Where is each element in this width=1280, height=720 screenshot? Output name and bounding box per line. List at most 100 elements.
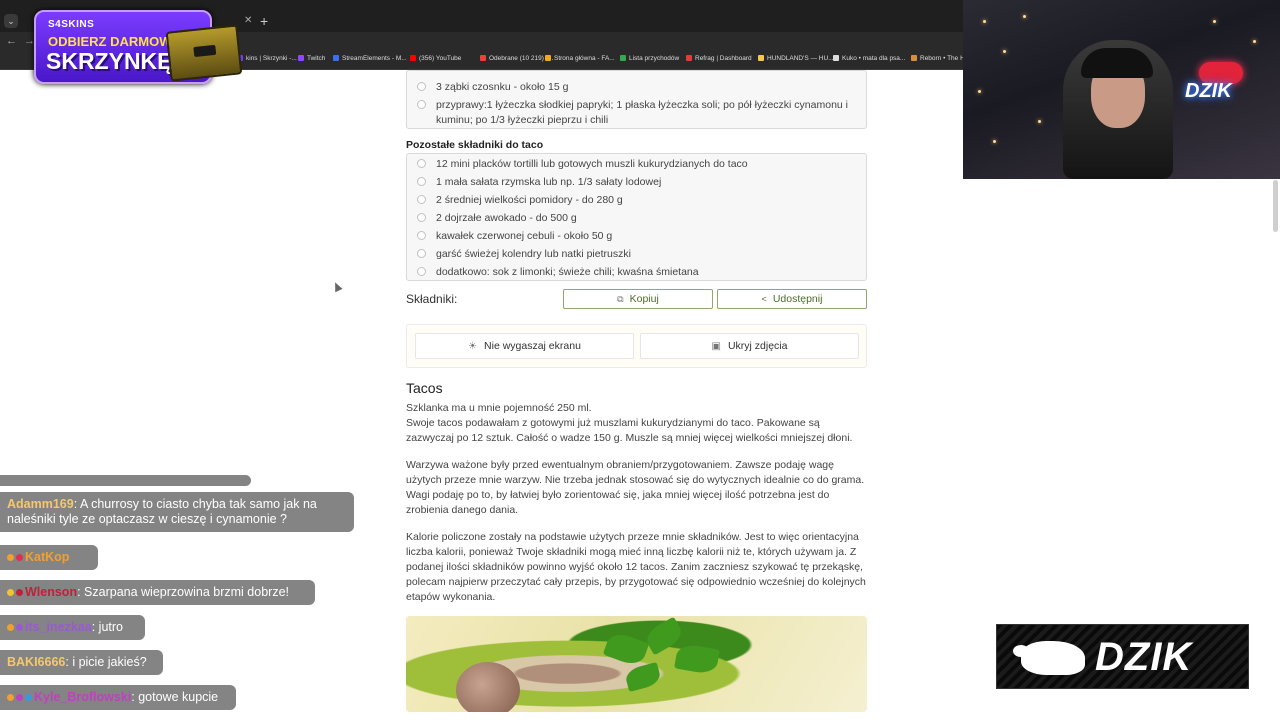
new-tab-button[interactable]: +	[260, 13, 268, 29]
radio-icon[interactable]	[417, 231, 426, 240]
fairy-light	[983, 20, 986, 23]
chat-separator: :	[77, 585, 85, 599]
ingredient-item[interactable]: dodatkowo: sok z limonki; świeże chili; …	[417, 265, 857, 280]
options-panel: ☀ Nie wygaszaj ekranu ▣ Ukryj zdjęcia	[406, 324, 867, 368]
bookmark-item[interactable]: Kuko • mata dla psa...	[833, 55, 905, 62]
chat-text: gotowe kupcie	[138, 690, 219, 704]
copy-icon: ⧉	[617, 294, 624, 304]
radio-icon[interactable]	[417, 159, 426, 168]
ingredient-item[interactable]: 1 mała sałata rzymska lub np. 1/3 sałaty…	[417, 175, 857, 190]
ingredients-box-main: 3 ząbki czosnku - około 15 g przyprawy:1…	[406, 70, 867, 129]
bookmark-favicon-icon	[833, 55, 839, 61]
bookmark-item[interactable]: Strona główna - FA...	[545, 55, 615, 62]
bookmark-item[interactable]: Refrag | Dashboard	[686, 55, 752, 62]
promo-text-line1: ODBIERZ DARMOWĄ	[48, 34, 181, 49]
bookmark-favicon-icon	[620, 55, 626, 61]
recipe-paragraph: Kalorie policzone zostały na podstawie u…	[406, 531, 866, 603]
chat-text: i picie jakieś?	[72, 655, 147, 669]
fairy-light	[1213, 20, 1216, 23]
chat-username[interactable]: Kyle_Broflowski	[34, 690, 131, 704]
radio-icon[interactable]	[417, 100, 426, 109]
ingredient-item[interactable]: garść świeżej kolendry lub natki pietrus…	[417, 247, 857, 262]
radio-icon[interactable]	[417, 82, 426, 91]
cilantro-leaf	[674, 642, 720, 676]
tab-search-button[interactable]: ⌄	[4, 14, 18, 28]
chat-message: Adamm169: A churrosy to ciasto chyba tak…	[0, 492, 354, 532]
recipe-paragraph: Szklanka ma u mnie pojemność 250 ml. Swo…	[406, 402, 853, 444]
cilantro-leaf	[623, 661, 663, 693]
promo-logo: S4SKINS	[48, 19, 95, 30]
recipe-paragraph: Warzywa ważone były przed ewentualnym ob…	[406, 459, 865, 516]
ingredients-box-taco: 12 mini placków tortilli lub gotowych mu…	[406, 153, 867, 281]
ingredient-item[interactable]: kawałek czerwonej cebuli - około 50 g	[417, 229, 857, 244]
mouse-cursor-icon	[331, 280, 343, 293]
hide-photos-button[interactable]: ▣ Ukryj zdjęcia	[640, 333, 859, 359]
chat-username[interactable]: Adamm169	[7, 497, 74, 511]
bookmark-item[interactable]: StreamElements - M...	[333, 55, 407, 62]
bookmark-favicon-icon	[686, 55, 692, 61]
bookmark-item[interactable]: Odebrane (10 219) -...	[480, 55, 553, 62]
bookmark-favicon-icon	[911, 55, 917, 61]
fairy-light	[1253, 40, 1256, 43]
ingredient-item[interactable]: 12 mini placków tortilli lub gotowych mu…	[417, 157, 857, 172]
chat-separator: :	[91, 620, 99, 634]
chat-text: Szarpana wieprzowina brzmi dobrze!	[84, 585, 290, 599]
bookmark-favicon-icon	[758, 55, 764, 61]
chat-badge-icon	[7, 554, 14, 561]
chat-username[interactable]: BAKI6666	[7, 655, 65, 669]
radio-icon[interactable]	[417, 195, 426, 204]
bookmark-item[interactable]: kins | Skrzynki -...	[237, 55, 297, 62]
chat-username[interactable]: KatKop	[25, 550, 69, 564]
radio-icon[interactable]	[417, 267, 426, 276]
chat-text: jutro	[98, 620, 123, 634]
keep-screen-on-button[interactable]: ☀ Nie wygaszaj ekranu	[415, 333, 634, 359]
sponsor-banner: DZIK	[996, 624, 1249, 689]
ingredient-item[interactable]: przyprawy:1 łyżeczka słodkiej papryki; 1…	[417, 98, 857, 128]
cilantro-leaf	[602, 629, 650, 669]
sun-icon: ☀	[468, 341, 478, 352]
chat-badge-icon	[16, 554, 23, 561]
boar-logo-icon	[1013, 641, 1085, 675]
share-icon: <	[761, 294, 767, 304]
ingredient-item[interactable]: 2 średniej wielkości pomidory - do 280 g	[417, 193, 857, 208]
chat-message-partial	[0, 475, 251, 486]
recipe-photo-avocado	[406, 616, 867, 712]
chat-badge-icon	[16, 624, 23, 631]
page-scrollbar[interactable]	[1273, 180, 1278, 232]
bookmark-favicon-icon	[410, 55, 416, 61]
promo-text-line2: SKRZYNKĘ!	[46, 48, 181, 74]
back-arrow-icon[interactable]: ←	[6, 35, 17, 47]
radio-icon[interactable]	[417, 213, 426, 222]
stream-screen: ⌄ ✕ + ← → kins | Skrzynki -... Twitch Stre…	[0, 0, 1280, 720]
tab-close-icon[interactable]: ✕	[244, 15, 252, 26]
bookmark-favicon-icon	[480, 55, 486, 61]
radio-icon[interactable]	[417, 177, 426, 186]
bookmark-favicon-icon	[298, 55, 304, 61]
chat-message: KatKop	[0, 545, 98, 570]
bookmark-item[interactable]: Twitch	[298, 55, 325, 62]
fairy-light	[1038, 120, 1041, 123]
share-button[interactable]: < Udostępnij	[717, 289, 867, 309]
avocado-pit	[456, 662, 520, 712]
webcam-overlay: DZIK	[963, 0, 1280, 179]
ingredient-item[interactable]: 3 ząbki czosnku - około 15 g	[417, 80, 857, 95]
section-title-taco: Pozostałe składniki do taco	[406, 139, 544, 151]
chat-message: BAKI6666: i picie jakieś?	[0, 650, 163, 675]
fairy-light	[978, 90, 981, 93]
chat-badge-icon	[16, 589, 23, 596]
bookmark-item[interactable]: (356) YouTube	[410, 55, 461, 62]
streamer-cap	[1081, 48, 1153, 78]
ingredient-item[interactable]: 2 dojrzałe awokado - do 500 g	[417, 211, 857, 226]
bookmark-item[interactable]: Lista przychodów	[620, 55, 679, 62]
chat-username[interactable]: its_inezkaa	[25, 620, 92, 634]
bookmark-item[interactable]: HUNDLAND'S — HU...	[758, 55, 834, 62]
chat-username[interactable]: Wlenson	[25, 585, 77, 599]
image-icon: ▣	[711, 341, 721, 352]
copy-button[interactable]: ⧉ Kopiuj	[563, 289, 713, 309]
radio-icon[interactable]	[417, 249, 426, 258]
ingredients-label: Składniki:	[406, 292, 458, 306]
chat-badge-icon	[7, 694, 14, 701]
chat-badge-icon	[7, 589, 14, 596]
bookmark-favicon-icon	[333, 55, 339, 61]
chat-badge-icon	[25, 694, 32, 701]
